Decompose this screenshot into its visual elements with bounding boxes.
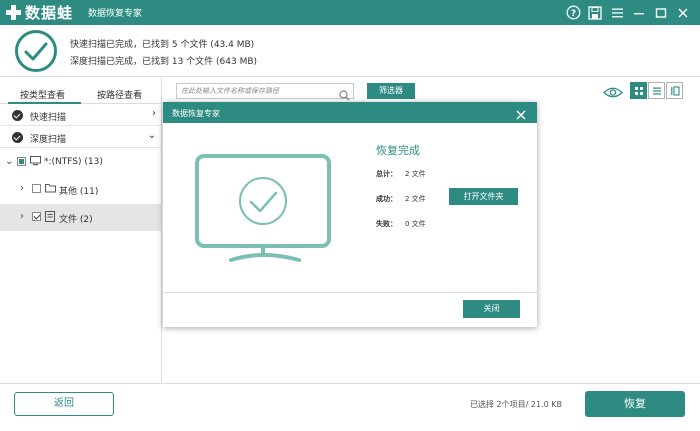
scan-complete-check-icon — [14, 29, 58, 77]
stat-label: 成功： — [376, 195, 397, 203]
deep-scan-row[interactable]: 深度扫描 ⌄ — [0, 127, 162, 148]
close-icon[interactable] — [672, 3, 694, 22]
tab-by-path[interactable]: 按路径查看 — [97, 88, 142, 101]
close-icon[interactable] — [515, 106, 527, 125]
tree-item-label: *:(NTFS) (13) — [44, 157, 103, 167]
check-circle-icon — [12, 110, 23, 121]
search-box — [176, 83, 354, 101]
stat-value: 2 文件 — [405, 170, 426, 178]
quick-scan-row[interactable]: 快速扫描 › — [0, 105, 162, 126]
recover-button[interactable]: 恢复 — [585, 391, 685, 417]
recovery-complete-heading: 恢复完成 — [376, 144, 420, 157]
tree-item-label: 其他 (11) — [59, 187, 99, 197]
divider — [0, 383, 700, 384]
help-icon[interactable]: ? — [562, 3, 584, 22]
app-logo: 数据蛙 — [6, 3, 73, 22]
window-controls: ? — [562, 3, 694, 22]
app-title: 数据恢复专家 — [88, 9, 143, 19]
view-tabs: 按类型查看 按路径查看 — [0, 77, 162, 104]
drive-checkbox[interactable] — [17, 157, 26, 166]
logo-text: 数据蛙 — [25, 4, 74, 22]
recovery-complete-dialog: 数据恢复专家 恢复完成 总计： 2 文件 成功： 2 文件 失败： 0 文件 打… — [163, 102, 537, 327]
stat-value: 2 文件 — [405, 195, 426, 203]
menu-icon[interactable] — [606, 3, 628, 22]
chevron-right-icon: › — [152, 108, 156, 119]
stat-value: 0 文件 — [405, 220, 426, 228]
deep-scan-label: 深度扫描 — [30, 135, 67, 145]
document-icon — [45, 211, 55, 225]
tab-by-type[interactable]: 按类型查看 — [20, 88, 65, 101]
files-checkbox[interactable] — [32, 212, 41, 221]
tree-item-other[interactable]: › 其他 (11) — [0, 176, 162, 203]
minimize-icon[interactable] — [628, 3, 650, 22]
detail-view-icon[interactable] — [666, 82, 683, 99]
check-circle-icon — [12, 132, 23, 143]
save-icon[interactable] — [584, 3, 606, 22]
dialog-title-bar: 数据恢复专家 — [163, 102, 537, 123]
tree-item-label: 文件 (2) — [59, 215, 93, 225]
open-folder-button[interactable]: 打开文件夹 — [449, 188, 518, 205]
quick-scan-summary: 快速扫描已完成，已找到 5 个文件 (43.4 MB) — [70, 40, 255, 50]
list-view-icon[interactable] — [648, 82, 665, 99]
tree-item-files[interactable]: › 文件 (2) — [0, 204, 162, 231]
chevron-right-icon[interactable]: › — [20, 211, 24, 222]
folder-icon — [45, 183, 56, 196]
divider — [163, 292, 537, 293]
stat-label: 总计： — [376, 170, 397, 178]
svg-text:?: ? — [570, 9, 575, 19]
active-tab-indicator — [8, 102, 81, 104]
search-input[interactable] — [181, 85, 333, 97]
stat-success: 成功： 2 文件 — [376, 194, 426, 204]
selection-info: 已选择 2个项目/ 21.0 KB — [470, 400, 562, 409]
quick-scan-label: 快速扫描 — [30, 113, 67, 123]
plus-icon — [6, 5, 21, 20]
left-panel: 按类型查看 按路径查看 快速扫描 › 深度扫描 ⌄ ⌄ *:(NTFS) (13… — [0, 77, 162, 383]
back-button[interactable]: 返回 — [14, 392, 114, 416]
computer-icon — [30, 156, 41, 169]
title-bar: 数据蛙 数据恢复专家 ? — [0, 0, 700, 25]
other-checkbox[interactable] — [32, 184, 41, 193]
grid-view-icon[interactable] — [630, 82, 647, 99]
monitor-check-icon — [195, 154, 331, 268]
stat-label: 失败： — [376, 220, 397, 228]
chevron-down-icon[interactable]: ⌄ — [5, 156, 13, 167]
maximize-icon[interactable] — [650, 3, 672, 22]
filter-button[interactable]: 筛选器 — [367, 83, 415, 99]
chevron-down-icon: ⌄ — [147, 130, 156, 141]
dialog-title: 数据恢复专家 — [172, 109, 220, 118]
dialog-close-button[interactable]: 关闭 — [463, 300, 520, 318]
chevron-right-icon[interactable]: › — [20, 183, 24, 194]
tree-item-drive[interactable]: ⌄ *:(NTFS) (13) — [0, 149, 162, 176]
stat-failed: 失败： 0 文件 — [376, 219, 426, 229]
deep-scan-summary: 深度扫描已完成，已找到 13 个文件 (643 MB) — [70, 57, 258, 67]
eye-icon[interactable] — [603, 84, 623, 103]
stat-total: 总计： 2 文件 — [376, 169, 426, 179]
